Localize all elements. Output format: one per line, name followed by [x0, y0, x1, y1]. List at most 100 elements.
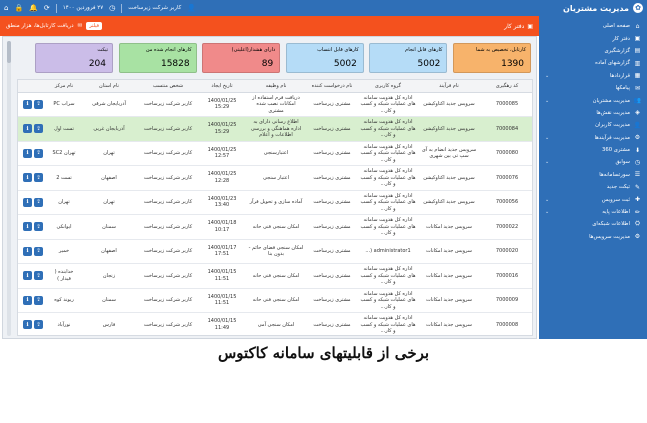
vertical-scrollbar[interactable] — [7, 41, 11, 336]
column-header[interactable]: شخص منتسب — [138, 80, 198, 93]
stat-card[interactable]: کارهای انجام شده من 15828 — [118, 43, 197, 73]
info-icon[interactable]: ℹ — [23, 246, 32, 256]
sidebar-item[interactable]: ⚙ مدیریت فرآیندها ⌄ — [539, 132, 647, 144]
info-icon[interactable]: ℹ — [23, 197, 32, 207]
column-header[interactable]: نام مرکز — [48, 80, 80, 93]
home-icon[interactable]: ⌂ — [4, 4, 8, 12]
sidebar-item-label: مدیریت سرویس‌ها — [589, 233, 630, 240]
brand[interactable]: مدیریت مشتریان ✿ — [563, 0, 643, 16]
row-actions: ℹ ⇪ — [20, 197, 46, 207]
stat-card[interactable]: کارهای قابل انجام 5002 — [369, 43, 448, 73]
column-header[interactable]: کد رهگیری — [480, 80, 532, 93]
sidebar-item-label: ثبت سرویس — [601, 196, 630, 203]
stat-card[interactable]: دارای هشدار(اعلیتی) 89 — [202, 43, 281, 73]
table-row[interactable]: 7000056 سرویس جدید اکتاوکیشن اداره کل هدوی… — [18, 190, 532, 215]
column-header[interactable]: گروه کاربری — [358, 80, 418, 93]
refresh-icon[interactable]: ⟳ — [44, 4, 50, 12]
divider — [121, 3, 123, 13]
info-icon[interactable]: ℹ — [23, 271, 32, 281]
cell-province: تهران — [80, 141, 138, 166]
sidebar-item[interactable]: ◈ مدیریت نقش‌ها — [539, 107, 647, 119]
share-icon[interactable]: ⇪ — [34, 99, 43, 109]
share-icon[interactable]: ⇪ — [34, 295, 43, 305]
sidebar-item[interactable]: ☰ سورتسامانه‌ها — [539, 169, 647, 181]
filter-button[interactable]: فیلتر — [86, 22, 103, 30]
info-icon[interactable]: ℹ — [23, 222, 32, 232]
sidebar-item-label: اطلاعات پایه — [602, 209, 630, 216]
sidebar-item[interactable]: ◷ سوابق ⌄ — [539, 156, 647, 168]
table-row[interactable]: 7000076 سرویس جدید اکتاوکیشن اداره کل هدوی… — [18, 165, 532, 191]
table-row[interactable]: 7000020 سرویس جدید امکانات administrator1 … — [18, 239, 532, 264]
sidebar-item[interactable]: 👥 مدیریت مشتریان ⌄ — [539, 94, 647, 106]
table-row[interactable]: 7000016 سرویس جدید امکانات اداره کل هدویت … — [18, 263, 532, 289]
sidebar-item[interactable]: ⌂ صفحه اصلی — [539, 20, 647, 32]
sidebar-item[interactable]: ✉ پیامکها — [539, 82, 647, 94]
cell-center: تست اول — [48, 116, 80, 142]
cell-actions: ℹ ⇪ — [18, 288, 48, 313]
cell-process: سرویس جدید امکانات — [418, 312, 480, 335]
bell-icon[interactable]: 🔔 — [29, 4, 38, 12]
column-header[interactable]: نام درخواست کننده — [306, 80, 358, 93]
stat-card-value: 5002 — [417, 59, 441, 69]
column-header[interactable]: تاریخ ایجاد — [198, 80, 246, 93]
cell-province: سمنان — [80, 288, 138, 313]
info-icon[interactable]: ℹ — [23, 320, 32, 330]
sidebar-item[interactable]: ✎ تیکت جدید — [539, 181, 647, 193]
news-text[interactable]: دریافت کارتابل‌ها، هزار منطق — [6, 23, 74, 29]
table-row[interactable]: 7000008 سرویس جدید امکانات اداره کل هدویت … — [18, 312, 532, 335]
table-header: کد رهگیری نام فرآیند گروه کاربری نام درخواس… — [18, 80, 532, 93]
share-icon[interactable]: ⇪ — [34, 320, 43, 330]
info-icon[interactable]: ℹ — [23, 148, 32, 158]
cell-requester: مشتری زیرساخت — [306, 141, 358, 166]
share-icon[interactable]: ⇪ — [34, 222, 43, 232]
column-header[interactable] — [18, 80, 48, 93]
stat-card-value: 15828 — [160, 59, 190, 69]
sidebar-item[interactable]: ⚙ مدیریت سرویس‌ها — [539, 231, 647, 243]
cell-group: اداره کل هدویت سامانه های عملیات شبکه و … — [358, 288, 418, 313]
table-row[interactable]: 7000080 سرویس جدید انضام به آی سپ تی بین … — [18, 141, 532, 166]
cell-actions: ℹ ⇪ — [18, 92, 48, 117]
info-icon[interactable]: ℹ — [23, 124, 32, 134]
stat-card[interactable]: کارتابل، تخصیص به شما 1390 — [453, 43, 531, 73]
info-icon[interactable]: ℹ — [23, 295, 32, 305]
cell-center: ریوند کوه — [48, 288, 80, 313]
sidebar-item[interactable]: ▥ گزارشهای آماده — [539, 57, 647, 69]
cell-province: آذربایجان شرقی — [80, 92, 138, 117]
table-row[interactable]: 7000009 سرویس جدید امکانات اداره کل هدویت … — [18, 288, 532, 313]
share-icon[interactable]: ⇪ — [34, 246, 43, 256]
share-icon[interactable]: ⇪ — [34, 124, 43, 134]
info-icon[interactable]: ℹ — [23, 173, 32, 183]
share-icon[interactable]: ⇪ — [34, 271, 43, 281]
current-user[interactable]: کاربر شرکت زیرساخت — [128, 5, 181, 11]
cell-id: 7000022 — [480, 214, 532, 240]
share-icon[interactable]: ⇪ — [34, 173, 43, 183]
sidebar-item[interactable]: ⬇ مشتری 360 — [539, 144, 647, 156]
share-icon[interactable]: ⇪ — [34, 197, 43, 207]
cell-id: 7000016 — [480, 263, 532, 289]
sidebar-item[interactable]: ▤ گزارشگیری — [539, 45, 647, 57]
sidebar-item[interactable]: 👤 مدیریت کاربران — [539, 119, 647, 131]
user-icon[interactable]: 👤 — [187, 4, 196, 12]
stat-card-value: 204 — [88, 59, 106, 69]
brand-title: مدیریت مشتریان — [563, 3, 629, 13]
sidebar-item[interactable]: ▦ قراردادها ⌄ — [539, 70, 647, 82]
stat-card[interactable]: تیکت 204 — [35, 43, 113, 73]
info-icon[interactable]: ℹ — [23, 99, 32, 109]
scrollbar-thumb[interactable] — [7, 41, 11, 63]
share-icon[interactable]: ⇪ — [34, 148, 43, 158]
column-header[interactable]: نام وظیفه — [246, 80, 306, 93]
column-header[interactable]: نام فرآیند — [418, 80, 480, 93]
table-row[interactable]: 7000085 سرویس جدید اکتاوکیشن اداره کل هدوی… — [18, 92, 532, 117]
sidebar-item[interactable]: ✏ اطلاعات پایه ⌄ — [539, 206, 647, 218]
sidebar-item[interactable]: ⛭ اطلاعات شبکه‌ای — [539, 218, 647, 230]
cell-date: 1400/01/25 12:57 — [198, 141, 246, 166]
table-row[interactable]: 7000084 سرویس جدید اکتاوکیشن اداره کل هدوی… — [18, 116, 532, 142]
cell-id: 7000056 — [480, 190, 532, 215]
sidebar-item[interactable]: ▣ دفتر کار — [539, 32, 647, 44]
stat-card[interactable]: کارهای قابل انتساب 5002 — [285, 43, 364, 73]
sidebar-item[interactable]: ✚ ثبت سرویس ⌄ — [539, 193, 647, 205]
row-actions: ℹ ⇪ — [20, 320, 46, 330]
table-row[interactable]: 7000022 سرویس جدید امکانات اداره کل هدویت … — [18, 214, 532, 240]
lock-icon[interactable]: 🔒 — [14, 4, 23, 12]
column-header[interactable]: نام استان — [80, 80, 138, 93]
